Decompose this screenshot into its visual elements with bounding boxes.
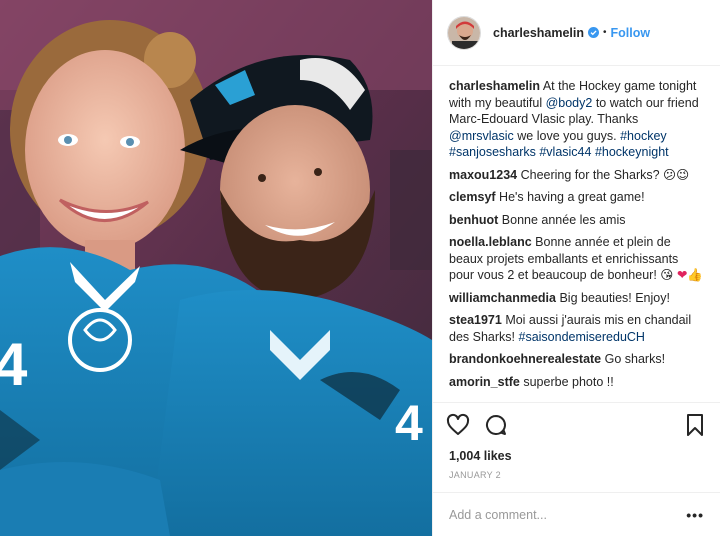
comment-text: Bonne année les amis bbox=[501, 212, 626, 227]
caption-text-3: we love you guys. bbox=[517, 128, 617, 143]
comment-text: Cheering for the Sharks? bbox=[520, 167, 660, 182]
hashtag-hockeynight[interactable]: #hockeynight bbox=[595, 145, 669, 159]
verified-badge-icon bbox=[588, 27, 600, 38]
caption-mention-body2[interactable]: @body2 bbox=[546, 96, 593, 110]
post-date: JANUARY 2 bbox=[449, 470, 501, 480]
post-photo[interactable]: 4 4 bbox=[0, 0, 432, 536]
comment-item: brandonkoehnerealestate Go sharks! bbox=[449, 351, 704, 368]
comment-username[interactable]: maxou1234 bbox=[449, 168, 517, 182]
emoji-confused: 😕 bbox=[663, 167, 677, 182]
comment-item: maxou1234 Cheering for the Sharks? 😕😉 bbox=[449, 167, 704, 184]
comment-username[interactable]: brandonkoehnerealestate bbox=[449, 352, 601, 366]
post-modal: 4 4 charleshamelin • Follow charleshamel… bbox=[0, 0, 720, 536]
comment-username[interactable]: stea1971 bbox=[449, 313, 502, 327]
comment-text: Big beauties! Enjoy! bbox=[559, 290, 670, 305]
comment-username[interactable]: clemsyf bbox=[449, 190, 496, 204]
caption-mention-mrsvlasic[interactable]: @mrsvlasic bbox=[449, 129, 514, 143]
speech-bubble-icon[interactable] bbox=[484, 413, 508, 437]
action-bar bbox=[433, 402, 720, 446]
header-username[interactable]: charleshamelin bbox=[493, 26, 584, 40]
bookmark-icon[interactable] bbox=[683, 413, 707, 437]
header-separator: • bbox=[603, 27, 607, 38]
comment-text: He's having a great game! bbox=[499, 190, 645, 204]
hashtag-saisondemisereduch[interactable]: #saisondemisereduCH bbox=[519, 330, 645, 344]
hashtag-vlasic44[interactable]: #vlasic44 bbox=[539, 145, 591, 159]
post-header: charleshamelin • Follow bbox=[433, 0, 720, 66]
post-sidebar: charleshamelin • Follow charleshamelin A… bbox=[432, 0, 720, 536]
emoji-kiss: 😘 bbox=[660, 268, 674, 282]
comment-username[interactable]: williamchanmedia bbox=[449, 291, 556, 305]
comment-item: benhuot Bonne année les amis bbox=[449, 212, 704, 229]
svg-text:4: 4 bbox=[395, 395, 423, 451]
comment-item: amorin_stfe superbe photo !! bbox=[449, 374, 704, 391]
comment-username[interactable]: benhuot bbox=[449, 213, 498, 227]
follow-button[interactable]: Follow bbox=[611, 26, 651, 40]
selfie-image: 4 4 bbox=[0, 0, 432, 536]
emoji-wink: 😉 bbox=[676, 167, 690, 182]
hashtag-sanjosesharks[interactable]: #sanjosesharks bbox=[449, 145, 536, 159]
comment-username[interactable]: amorin_stfe bbox=[449, 375, 520, 389]
emoji-thumbs-up: 👍 bbox=[687, 268, 703, 282]
avatar-image bbox=[448, 16, 480, 49]
avatar[interactable] bbox=[447, 15, 481, 50]
comment-item: williamchanmedia Big beauties! Enjoy! bbox=[449, 290, 704, 307]
add-comment-input[interactable] bbox=[449, 507, 687, 522]
caption: charleshamelin At the Hockey game tonigh… bbox=[449, 78, 704, 161]
comment-username[interactable]: noella.leblanc bbox=[449, 235, 532, 249]
add-comment-bar: ••• bbox=[433, 492, 720, 536]
hashtag-hockey[interactable]: #hockey bbox=[620, 129, 667, 143]
comment-item: noella.leblanc Bonne année et plein de b… bbox=[449, 234, 704, 284]
svg-text:4: 4 bbox=[0, 331, 28, 398]
comments-list[interactable]: charleshamelin At the Hockey game tonigh… bbox=[433, 66, 720, 402]
more-options-button[interactable]: ••• bbox=[686, 507, 704, 523]
emoji-heart: ❤ bbox=[676, 268, 688, 282]
comment-text: Go sharks! bbox=[604, 352, 666, 366]
heart-icon[interactable] bbox=[446, 413, 470, 437]
comment-item: stea1971 Moi aussi j'aurais mis en chand… bbox=[449, 312, 704, 345]
comment-text: superbe photo !! bbox=[523, 374, 614, 389]
likes-count[interactable]: 1,004 likes bbox=[433, 446, 720, 466]
comment-item: clemsyf He's having a great game! bbox=[449, 189, 704, 206]
caption-username[interactable]: charleshamelin bbox=[449, 79, 540, 93]
